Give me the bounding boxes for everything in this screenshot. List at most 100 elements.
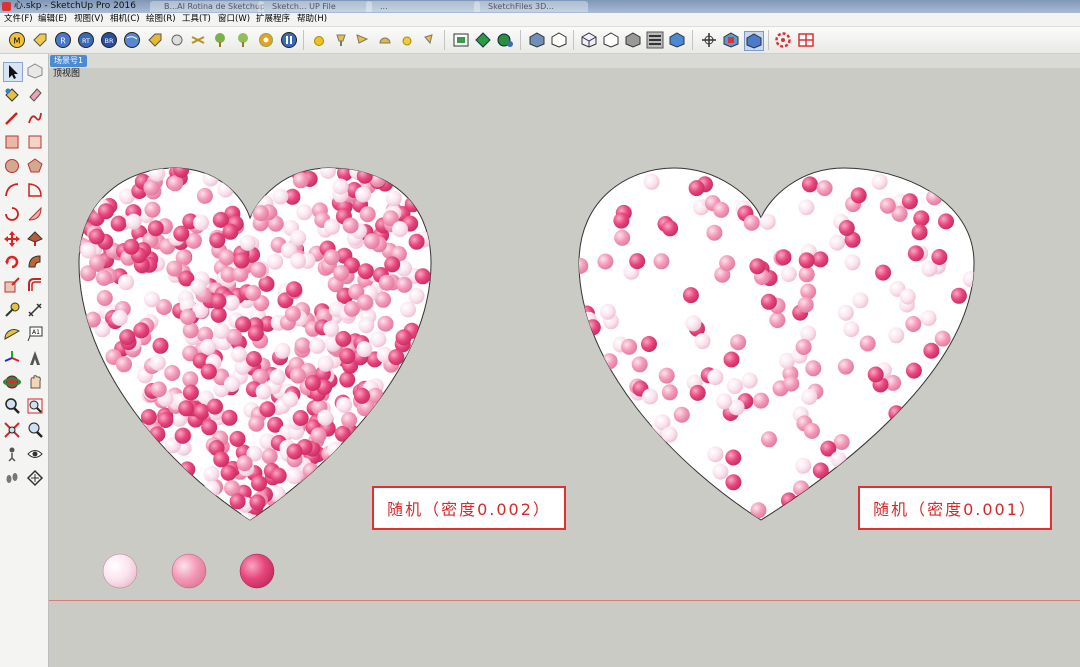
pink-sphere[interactable] [384,256,401,273]
menu-draw[interactable]: 绘图(R) [146,13,176,26]
pink-sphere[interactable] [274,342,291,359]
pink-sphere[interactable] [830,451,847,468]
pink-sphere[interactable] [245,284,261,301]
pink-sphere[interactable] [719,255,736,272]
pink-sphere[interactable] [284,305,301,322]
menu-extensions[interactable]: 扩展程序 [256,13,290,26]
pink-sphere[interactable] [712,463,729,480]
pink-sphere[interactable] [323,320,340,337]
menu-view[interactable]: 视图(V) [74,13,103,26]
section-plane-icon[interactable] [26,469,44,487]
zoom-window-icon[interactable] [26,397,44,415]
zoom-icon[interactable] [3,397,21,415]
follow-me-icon[interactable] [26,253,44,271]
pink-sphere[interactable] [269,369,286,385]
shaded-icon[interactable] [624,31,642,49]
pink-sphere[interactable] [143,179,160,196]
pink-sphere[interactable] [236,455,253,472]
pink-sphere[interactable] [388,349,405,366]
zoom-extents-icon[interactable] [3,421,21,439]
pink-sphere[interactable] [837,358,854,375]
pink-sphere[interactable] [673,406,690,423]
xray-icon[interactable] [580,31,598,49]
pink-sphere[interactable] [294,337,311,354]
pink-sphere[interactable] [339,348,356,365]
pink-sphere[interactable] [140,409,157,425]
pink-sphere[interactable] [357,294,373,311]
pink-sphere[interactable] [761,431,777,448]
pink-sphere[interactable] [743,214,760,231]
pink-sphere[interactable] [688,180,705,197]
lamp-icon[interactable] [332,31,350,49]
pink-sphere[interactable] [259,401,276,418]
pink-sphere[interactable] [707,369,724,386]
pink-sphere[interactable] [203,466,220,483]
rotated-rect-icon[interactable] [26,133,44,151]
pink-sphere[interactable] [323,249,340,266]
pink-sphere[interactable] [805,360,822,377]
tag2-icon[interactable] [146,31,164,49]
pink-sphere[interactable] [713,201,730,218]
pink-sphere[interactable] [341,412,358,428]
pink-sphere[interactable] [320,163,336,179]
pink-sphere[interactable] [123,238,140,255]
pink-sphere[interactable] [166,260,183,277]
3d-text-icon[interactable] [26,349,44,367]
pink-sphere[interactable] [905,362,922,379]
pink-sphere[interactable] [133,322,150,339]
pan-icon[interactable] [26,373,44,391]
pink-sphere[interactable] [213,323,230,339]
pink-sphere[interactable] [144,201,161,218]
pink-sphere[interactable] [408,288,425,304]
r-icon[interactable]: R [54,31,72,49]
pink-sphere[interactable] [357,263,374,280]
pink-sphere[interactable] [888,327,905,344]
pink-sphere[interactable] [400,301,416,318]
spotlight-icon[interactable] [353,31,371,49]
two-point-arc-icon[interactable] [26,205,44,223]
pink-sphere[interactable] [707,446,724,463]
pink-sphere[interactable] [392,221,408,238]
pink-sphere[interactable] [850,187,867,204]
sample-sphere-dark[interactable] [239,553,275,589]
pink-sphere[interactable] [931,249,948,265]
pink-sphere[interactable] [901,193,918,210]
pink-sphere[interactable] [204,480,221,497]
pink-sphere[interactable] [224,376,240,392]
pink-sphere[interactable] [370,331,387,348]
pink-sphere[interactable] [310,427,327,444]
pink-sphere[interactable] [798,252,815,269]
pink-sphere[interactable] [923,342,940,359]
pink-sphere[interactable] [286,281,303,298]
pink-sphere[interactable] [689,384,706,401]
pink-sphere[interactable] [149,166,166,182]
pink-sphere[interactable] [167,175,184,192]
pink-sphere[interactable] [200,338,216,355]
hidden-line-icon[interactable] [602,31,620,49]
pink-sphere[interactable] [190,278,207,295]
pink-sphere[interactable] [377,315,394,332]
pink-sphere[interactable] [173,162,190,178]
pink-sphere[interactable] [760,293,777,310]
pink-sphere[interactable] [716,393,733,410]
pink-sphere[interactable] [213,451,230,468]
sample-sphere-medium[interactable] [171,553,207,589]
menu-help[interactable]: 帮助(H) [297,13,327,26]
browser-tab[interactable]: SketchFiles 3D... [474,1,588,12]
rotate-icon[interactable] [3,253,21,271]
modeling-viewport[interactable]: 顶视图 随机（密度0.002） 随机（密度0.001） [49,68,1080,667]
menu-edit[interactable]: 编辑(E) [38,13,67,26]
pink-sphere[interactable] [871,173,888,190]
pink-sphere[interactable] [182,322,199,339]
tape-measure-icon[interactable] [3,301,21,319]
tag-icon[interactable] [31,31,49,49]
pink-sphere[interactable] [920,310,937,326]
yellow-ball-icon[interactable] [310,31,328,49]
pink-sphere[interactable] [934,330,951,347]
pink-sphere[interactable] [852,292,869,309]
pink-sphere[interactable] [304,375,321,391]
pink-sphere[interactable] [247,325,264,342]
pink-sphere[interactable] [200,363,217,380]
offset-icon[interactable] [26,276,44,294]
gear-icon[interactable] [257,31,275,49]
